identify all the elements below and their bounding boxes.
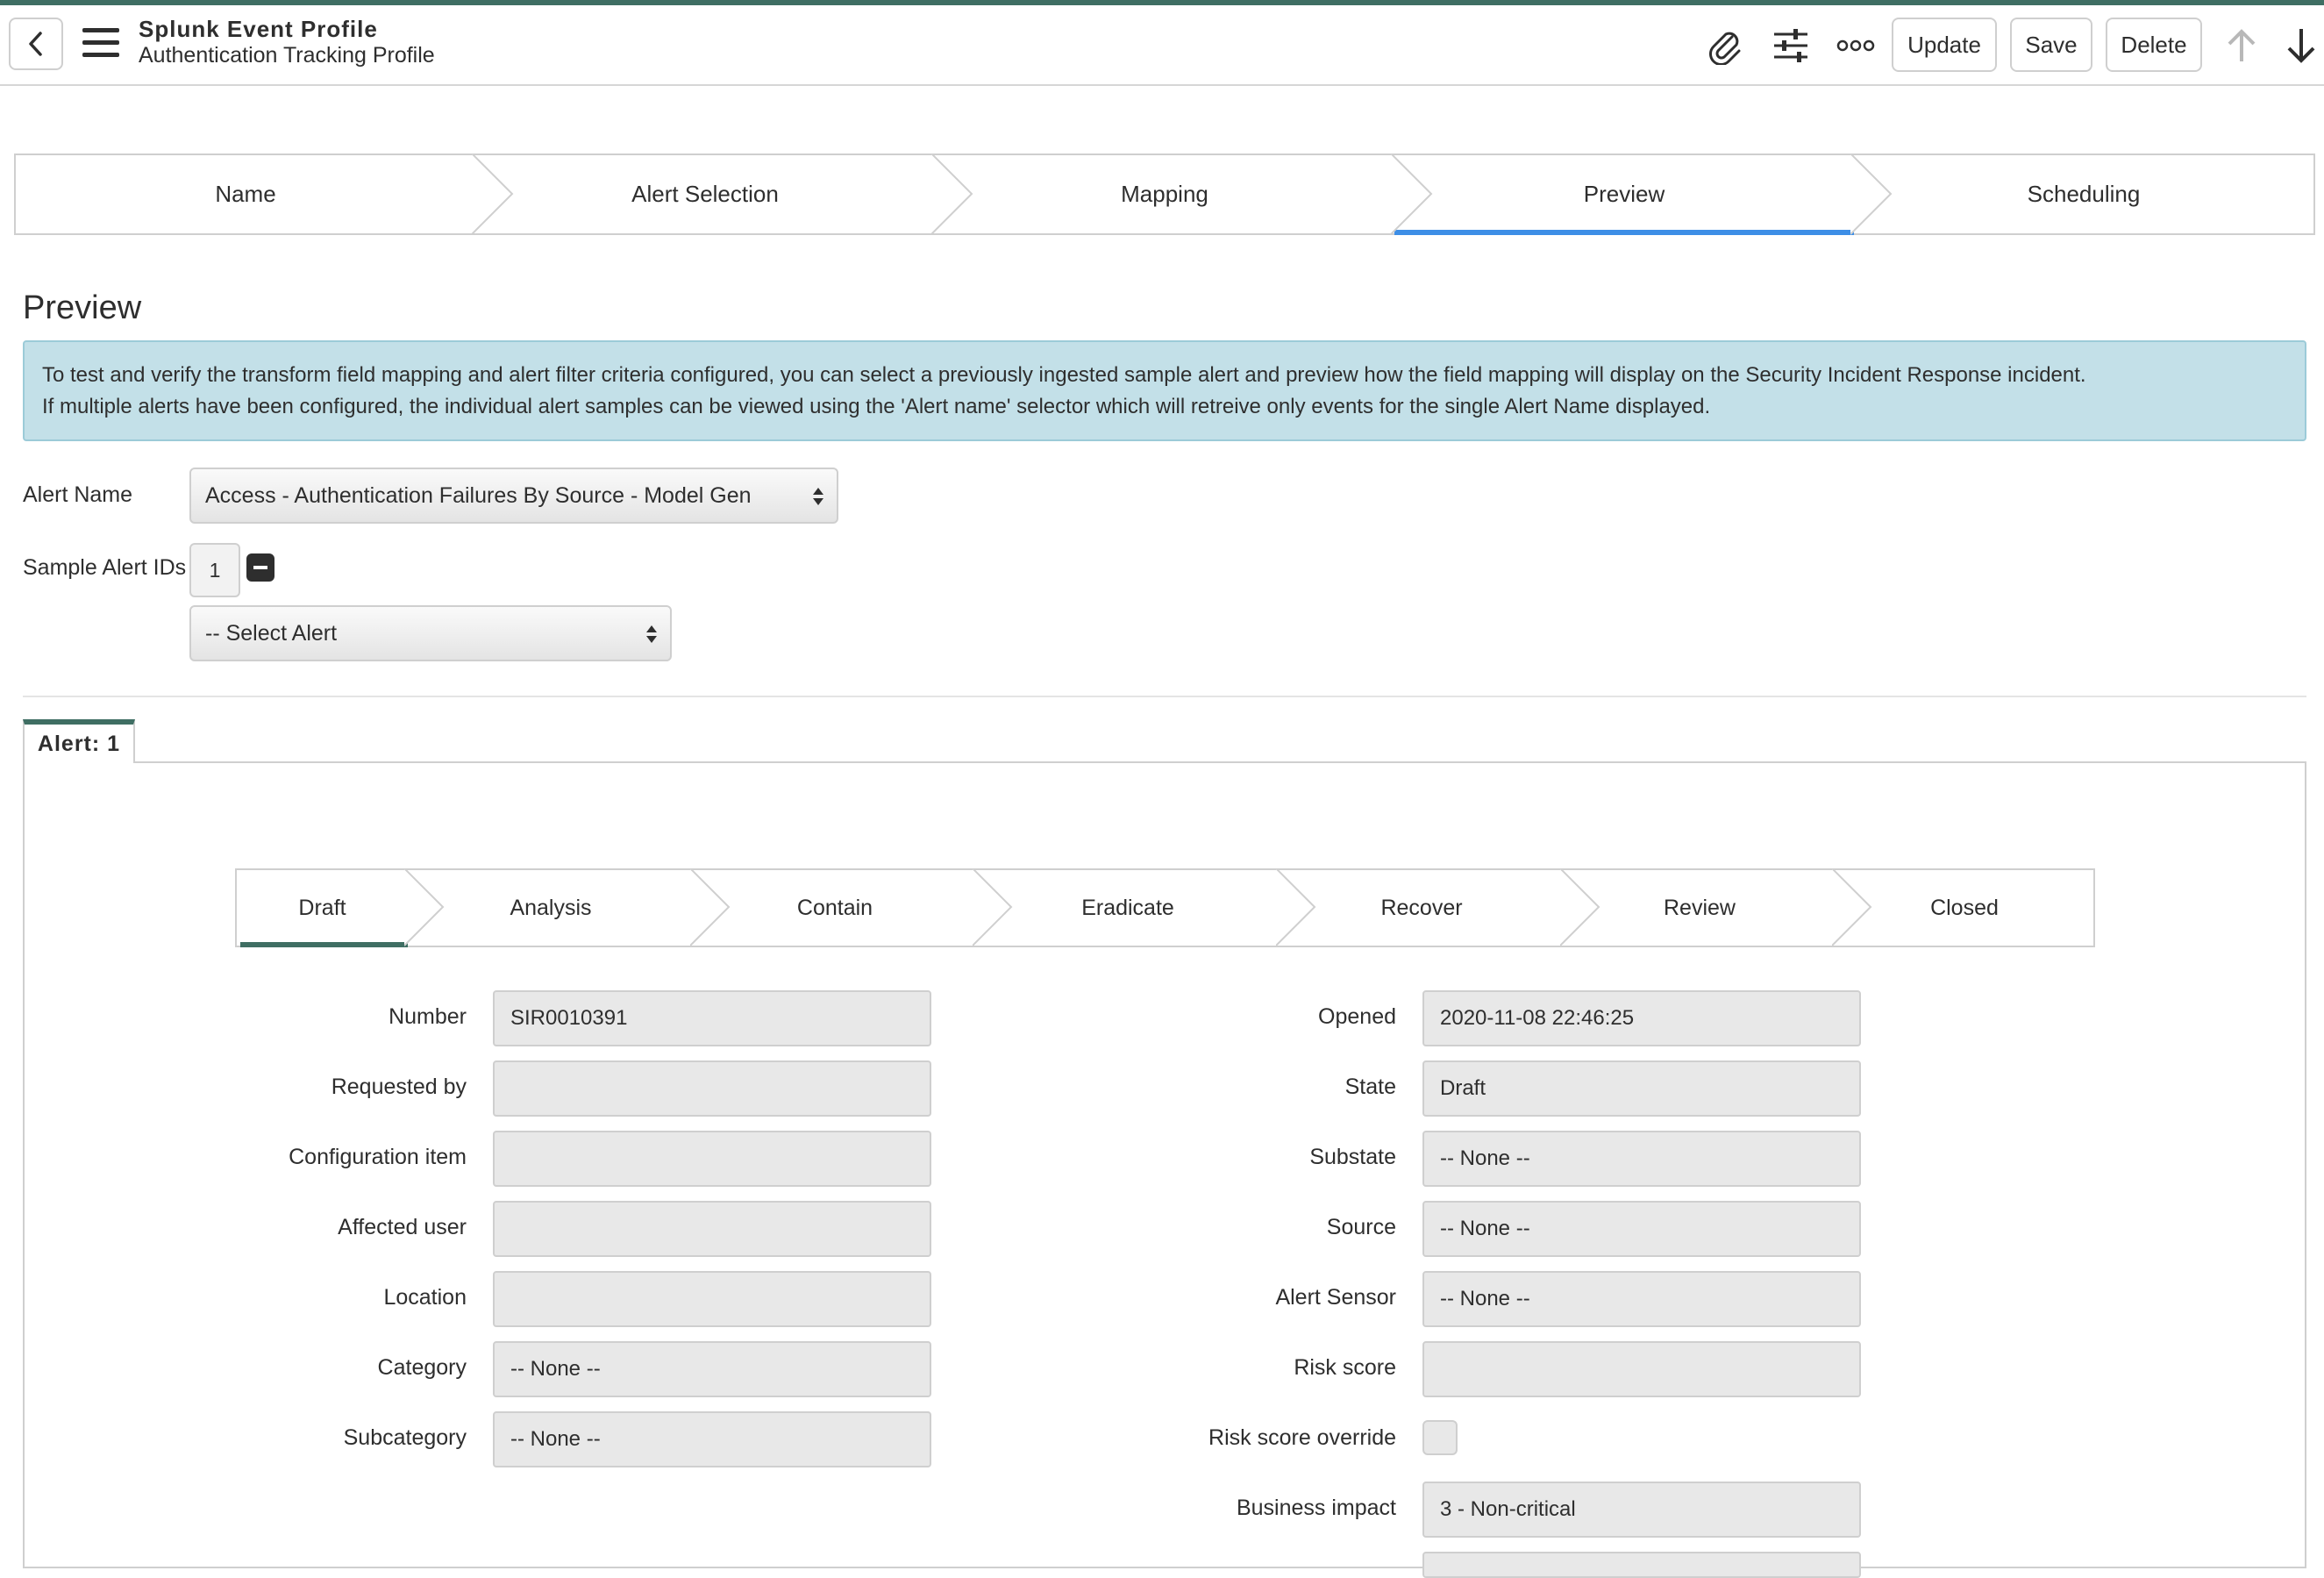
- sliders-icon[interactable]: [1770, 25, 1812, 67]
- subcategory-label: Subcategory: [343, 1425, 467, 1450]
- back-icon: [29, 32, 42, 56]
- sample-alert-ids-label: Sample Alert IDs: [23, 555, 187, 580]
- alert-name-label: Alert Name: [23, 482, 133, 507]
- info-message: To test and verify the transform field m…: [23, 340, 2306, 441]
- source-field[interactable]: -- None --: [1422, 1201, 1861, 1257]
- form-title: Splunk Event Profile: [139, 16, 378, 42]
- source-label: Source: [1326, 1215, 1396, 1239]
- select-alert-value: -- Select Alert: [205, 620, 338, 646]
- subcategory-field[interactable]: -- None --: [493, 1411, 931, 1467]
- state-separator: [690, 868, 731, 946]
- state-contain: Contain: [796, 895, 873, 920]
- alert-sensor-label: Alert Sensor: [1275, 1285, 1396, 1310]
- state-analysis: Analysis: [510, 895, 592, 920]
- affected-user-label: Affected user: [338, 1215, 467, 1239]
- step-scheduling[interactable]: Scheduling: [1854, 155, 2313, 233]
- risk-score-field[interactable]: [1422, 1341, 1861, 1397]
- select-alert-dropdown[interactable]: -- Select Alert: [189, 605, 672, 661]
- remove-sample-button[interactable]: [246, 553, 274, 582]
- state-review: Review: [1664, 895, 1736, 920]
- step-alert-selection[interactable]: Alert Selection: [475, 155, 935, 233]
- business-impact-field[interactable]: 3 - Non-critical: [1422, 1482, 1861, 1538]
- arrow-up-icon[interactable]: [2221, 25, 2263, 67]
- risk-score-label: Risk score: [1294, 1355, 1396, 1380]
- menu-icon[interactable]: [82, 28, 119, 60]
- affected-user-field[interactable]: [493, 1201, 931, 1257]
- substate-field[interactable]: -- None --: [1422, 1131, 1861, 1187]
- alert-name-select[interactable]: Access - Authentication Failures By Sour…: [189, 468, 838, 524]
- alert-name-value: Access - Authentication Failures By Sour…: [205, 482, 752, 508]
- info-line-2: If multiple alerts have been configured,…: [42, 395, 1711, 418]
- state-separator: [404, 868, 445, 946]
- risk-score-override-checkbox[interactable]: [1422, 1420, 1458, 1455]
- step-mapping[interactable]: Mapping: [935, 155, 1394, 233]
- info-line-1: To test and verify the transform field m…: [42, 363, 2086, 387]
- requested-by-label: Requested by: [331, 1075, 467, 1099]
- step-preview[interactable]: Preview: [1394, 155, 1854, 235]
- save-button[interactable]: Save: [2010, 18, 2092, 72]
- number-label: Number: [389, 1004, 467, 1029]
- opened-label: Opened: [1318, 1004, 1396, 1029]
- state-separator: [1560, 868, 1600, 946]
- risk-score-override-label: Risk score override: [1208, 1425, 1396, 1450]
- configuration-item-label: Configuration item: [289, 1145, 467, 1169]
- back-button[interactable]: [9, 18, 63, 70]
- paperclip-icon[interactable]: [1704, 25, 1746, 67]
- wizard-steps: Name Alert Selection Mapping Preview Sch…: [14, 154, 2315, 235]
- state-separator: [1276, 868, 1316, 946]
- requested-by-field[interactable]: [493, 1060, 931, 1117]
- step-separator: [472, 154, 514, 235]
- sample-count-badge: 1: [189, 543, 240, 597]
- alert-sensor-field[interactable]: -- None --: [1422, 1271, 1861, 1327]
- configuration-item-field[interactable]: [493, 1131, 931, 1187]
- state-separator: [973, 868, 1013, 946]
- update-button[interactable]: Update: [1892, 18, 1997, 72]
- select-arrows-icon: [646, 625, 657, 643]
- record-name: Authentication Tracking Profile: [139, 43, 435, 68]
- section-title: Preview: [23, 289, 142, 326]
- category-field[interactable]: -- None --: [493, 1341, 931, 1397]
- step-name[interactable]: Name: [16, 155, 475, 233]
- business-impact-label: Business impact: [1236, 1496, 1396, 1520]
- tab-alert-1[interactable]: Alert: 1: [23, 719, 135, 763]
- substate-label: Substate: [1309, 1145, 1396, 1169]
- state-draft: Draft: [237, 870, 408, 947]
- location-field[interactable]: [493, 1271, 931, 1327]
- next-field-partial[interactable]: [1422, 1552, 1861, 1578]
- category-label: Category: [377, 1355, 467, 1380]
- more-icon[interactable]: [1835, 25, 1877, 67]
- state-separator: [1832, 868, 1872, 946]
- step-separator: [1850, 154, 1893, 235]
- delete-button[interactable]: Delete: [2106, 18, 2202, 72]
- incident-state-flow: Draft Analysis Contain Eradicate Recover…: [235, 868, 2095, 947]
- select-arrows-icon: [813, 488, 823, 505]
- divider: [23, 696, 2306, 697]
- opened-field[interactable]: 2020-11-08 22:46:25: [1422, 990, 1861, 1046]
- step-separator: [1391, 154, 1433, 235]
- form-header: Splunk Event Profile Authentication Trac…: [0, 5, 2324, 86]
- state-eradicate: Eradicate: [1081, 895, 1174, 920]
- state-recover: Recover: [1380, 895, 1463, 920]
- location-label: Location: [383, 1285, 467, 1310]
- step-separator: [931, 154, 973, 235]
- number-field[interactable]: SIR0010391: [493, 990, 931, 1046]
- arrow-down-icon[interactable]: [2280, 25, 2322, 67]
- state-field[interactable]: Draft: [1422, 1060, 1861, 1117]
- state-label: State: [1344, 1075, 1396, 1099]
